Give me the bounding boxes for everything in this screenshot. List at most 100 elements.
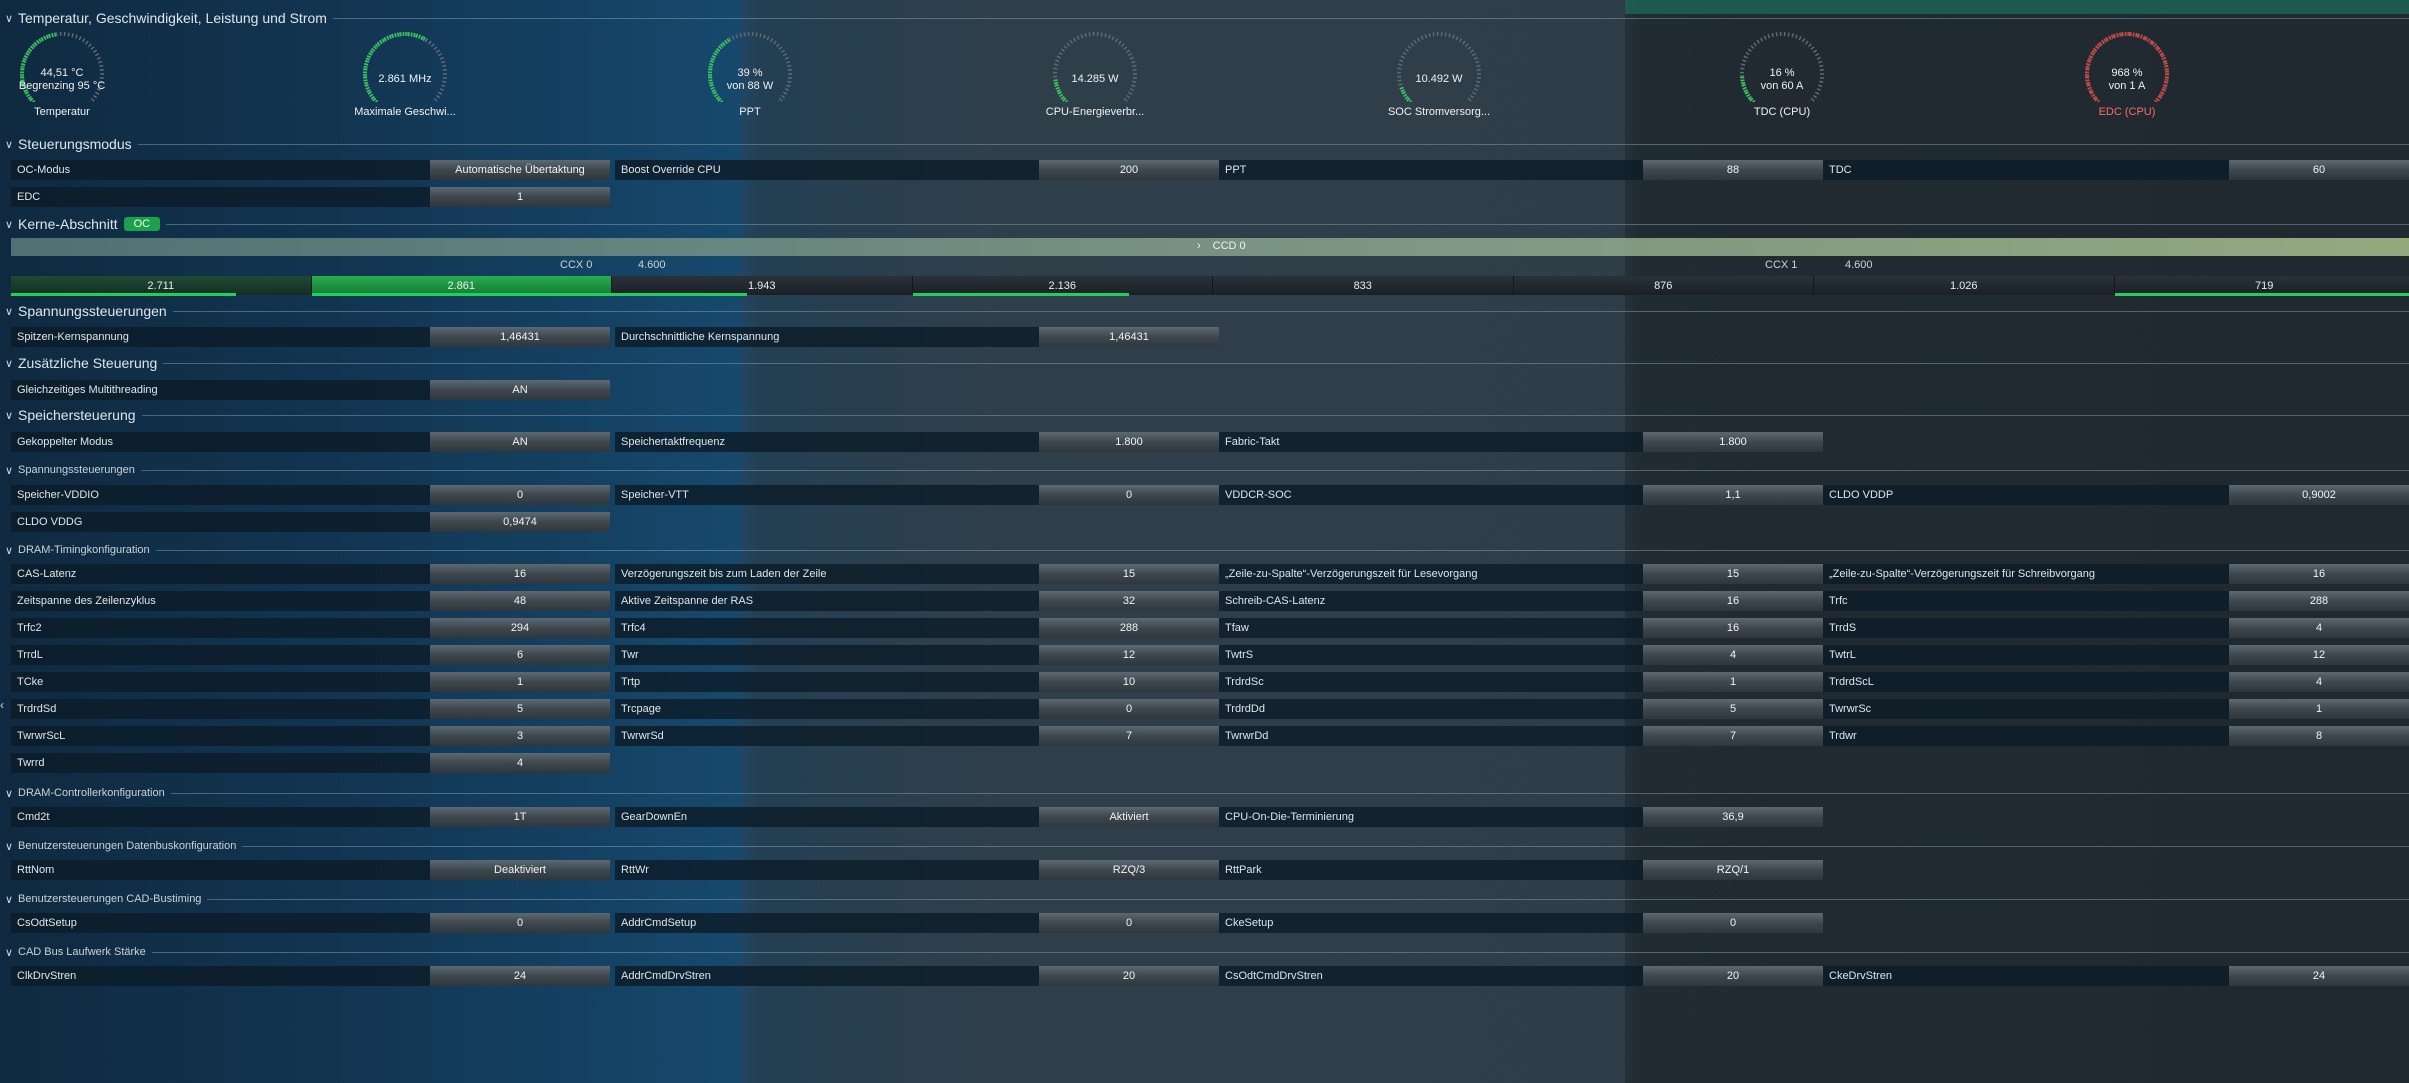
setting-row[interactable]: EDC 1 [11, 187, 610, 207]
setting-value[interactable]: 36,9 [1643, 807, 1823, 827]
setting-value[interactable]: 7 [1039, 726, 1219, 746]
setting-value[interactable]: 1.800 [1039, 432, 1219, 452]
setting-value[interactable]: 32 [1039, 591, 1219, 611]
setting-row[interactable]: Speichertaktfrequenz 1.800 [615, 432, 1219, 452]
setting-value[interactable]: 88 [1643, 160, 1823, 180]
setting-row[interactable]: Schreib-CAS-Latenz 16 [1219, 591, 1823, 611]
setting-row[interactable]: Trfc2 294 [11, 618, 610, 638]
setting-value[interactable]: Automatische Übertaktung [430, 160, 610, 180]
setting-value[interactable]: 7 [1643, 726, 1823, 746]
setting-value[interactable]: 0 [430, 485, 610, 505]
setting-row[interactable]: TwrwrScL 3 [11, 726, 610, 746]
setting-value[interactable]: 1 [1643, 672, 1823, 692]
setting-row[interactable]: TwtrS 4 [1219, 645, 1823, 665]
chevron-down-icon[interactable]: ∨ [0, 544, 18, 557]
setting-row[interactable]: TrrdS 4 [1823, 618, 2409, 638]
setting-row[interactable]: VDDCR-SOC 1,1 [1219, 485, 1823, 505]
setting-row[interactable]: Speicher-VDDIO 0 [11, 485, 610, 505]
setting-row[interactable]: Aktive Zeitspanne der RAS 32 [615, 591, 1219, 611]
setting-row[interactable]: AddrCmdSetup 0 [615, 913, 1219, 933]
setting-row[interactable]: AddrCmdDrvStren 20 [615, 966, 1219, 986]
setting-value[interactable]: 4 [1643, 645, 1823, 665]
setting-value[interactable]: 294 [430, 618, 610, 638]
setting-row[interactable]: TwtrL 12 [1823, 645, 2409, 665]
setting-row[interactable]: Cmd2t 1T [11, 807, 610, 827]
setting-value[interactable]: 4 [430, 753, 610, 773]
chevron-down-icon[interactable]: ∨ [0, 305, 18, 318]
setting-value[interactable]: 1.800 [1643, 432, 1823, 452]
setting-row[interactable]: CPU-On-Die-Terminierung 36,9 [1219, 807, 1823, 827]
setting-row[interactable]: TDC 60 [1823, 160, 2409, 180]
setting-value[interactable]: 16 [1643, 618, 1823, 638]
subsection-header-dram-timing[interactable]: ∨ DRAM-Timingkonfiguration [0, 541, 2409, 559]
section-header-additional[interactable]: ∨ Zusätzliche Steuerung [0, 354, 2409, 372]
chevron-down-icon[interactable]: ∨ [0, 218, 18, 231]
subsection-header-databus[interactable]: ∨ Benutzersteuerungen Datenbuskonfigurat… [0, 837, 2409, 855]
setting-value[interactable]: 0 [430, 913, 610, 933]
subsection-header-dram-controller[interactable]: ∨ DRAM-Controllerkonfiguration [0, 784, 2409, 802]
core-frequency-cell[interactable]: 833 [1213, 276, 1514, 295]
setting-row[interactable]: TrrdL 6 [11, 645, 610, 665]
setting-value[interactable]: 3 [430, 726, 610, 746]
setting-value[interactable]: 24 [430, 966, 610, 986]
setting-value[interactable]: 5 [1643, 699, 1823, 719]
section-header-control-mode[interactable]: ∨ Steuerungsmodus [0, 135, 2409, 153]
chevron-down-icon[interactable]: ∨ [0, 12, 18, 25]
chevron-down-icon[interactable]: ∨ [0, 138, 18, 151]
setting-value[interactable]: 4 [2229, 672, 2409, 692]
setting-row[interactable]: ClkDrvStren 24 [11, 966, 610, 986]
setting-row[interactable]: PPT 88 [1219, 160, 1823, 180]
setting-row[interactable]: Spitzen-Kernspannung 1,46431 [11, 327, 610, 347]
setting-value[interactable]: 15 [1643, 564, 1823, 584]
setting-row[interactable]: TrdrdScL 4 [1823, 672, 2409, 692]
setting-row[interactable]: Fabric-Takt 1.800 [1219, 432, 1823, 452]
setting-value[interactable]: 8 [2229, 726, 2409, 746]
setting-value[interactable]: 0,9474 [430, 512, 610, 532]
setting-value[interactable]: 0 [1039, 485, 1219, 505]
setting-value[interactable]: 4 [2229, 618, 2409, 638]
setting-value[interactable]: 288 [2229, 591, 2409, 611]
setting-value[interactable]: AN [430, 380, 610, 400]
setting-value[interactable]: Deaktiviert [430, 860, 610, 880]
setting-value[interactable]: RZQ/3 [1039, 860, 1219, 880]
setting-value[interactable]: 200 [1039, 160, 1219, 180]
setting-row[interactable]: Gekoppelter Modus AN [11, 432, 610, 452]
setting-value[interactable]: 48 [430, 591, 610, 611]
setting-value[interactable]: 1T [430, 807, 610, 827]
setting-value[interactable]: 1 [430, 672, 610, 692]
chevron-down-icon[interactable]: ∨ [0, 409, 18, 422]
setting-row[interactable]: Twrrd 4 [11, 753, 610, 773]
setting-value[interactable]: Aktiviert [1039, 807, 1219, 827]
setting-row[interactable]: Speicher-VTT 0 [615, 485, 1219, 505]
core-frequency-cell[interactable]: 876 [1513, 276, 1814, 295]
setting-row[interactable]: Boost Override CPU 200 [615, 160, 1219, 180]
setting-row[interactable]: „Zeile-zu-Spalte“-Verzögerungszeit für L… [1219, 564, 1823, 584]
setting-row[interactable]: TCke 1 [11, 672, 610, 692]
setting-value[interactable]: 1,1 [1643, 485, 1823, 505]
setting-value[interactable]: 16 [430, 564, 610, 584]
setting-value[interactable]: 1 [2229, 699, 2409, 719]
setting-row[interactable]: CkeDrvStren 24 [1823, 966, 2409, 986]
setting-row[interactable]: RttWr RZQ/3 [615, 860, 1219, 880]
subsection-header-mem-voltage[interactable]: ∨ Spannungssteuerungen [0, 461, 2409, 479]
chevron-down-icon[interactable]: ∨ [0, 946, 18, 959]
setting-value[interactable]: 10 [1039, 672, 1219, 692]
setting-value[interactable]: 1,46431 [430, 327, 610, 347]
setting-row[interactable]: OC-Modus Automatische Übertaktung [11, 160, 610, 180]
setting-row[interactable]: TwrwrDd 7 [1219, 726, 1823, 746]
setting-row[interactable]: Trfc 288 [1823, 591, 2409, 611]
setting-value[interactable]: 20 [1643, 966, 1823, 986]
setting-row[interactable]: CLDO VDDP 0,9002 [1823, 485, 2409, 505]
setting-row[interactable]: Tfaw 16 [1219, 618, 1823, 638]
setting-value[interactable]: 20 [1039, 966, 1219, 986]
setting-row[interactable]: Twr 12 [615, 645, 1219, 665]
chevron-down-icon[interactable]: ∨ [0, 840, 18, 853]
setting-value[interactable]: 5 [430, 699, 610, 719]
setting-row[interactable]: Gleichzeitiges Multithreading AN [11, 380, 610, 400]
setting-value[interactable]: AN [430, 432, 610, 452]
section-header-memory[interactable]: ∨ Speichersteuerung [0, 406, 2409, 424]
setting-value[interactable]: 12 [2229, 645, 2409, 665]
setting-value[interactable]: 1,46431 [1039, 327, 1219, 347]
setting-value[interactable]: 6 [430, 645, 610, 665]
setting-row[interactable]: CLDO VDDG 0,9474 [11, 512, 610, 532]
